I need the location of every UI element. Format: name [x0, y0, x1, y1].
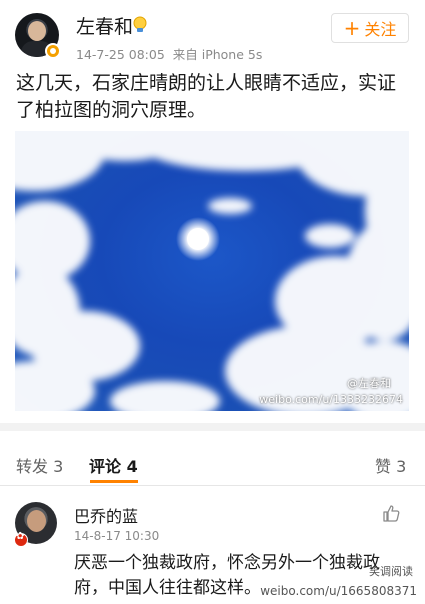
follow-button[interactable]: + 关注 [331, 13, 409, 43]
tabs-divider [0, 485, 425, 486]
commenter-name[interactable]: 巴乔的蓝 [74, 503, 138, 527]
avatar-face [28, 21, 46, 41]
tab-comment[interactable]: 评论 4 [89, 453, 138, 477]
commenter-face [27, 510, 46, 532]
weibo-post: 左春和 14-7-25 08:05 来自 iPhone 5s + 关注 这几天，… [0, 0, 425, 425]
tab-repost[interactable]: 转发 3 [16, 453, 63, 477]
post-photo[interactable]: @左春和 weibo.com/u/1333232674 [15, 131, 409, 411]
thumbs-up-icon[interactable] [381, 503, 401, 523]
page-watermark-url: weibo.com/u/1665808371 [260, 584, 417, 598]
sky-clouds-illustration [15, 131, 409, 411]
plus-icon: + [343, 16, 361, 40]
tab-like[interactable]: 赞 3 [375, 453, 406, 477]
post-source: 来自 iPhone 5s [172, 47, 263, 62]
post-text: 这几天，石家庄晴朗的让人眼睛不适应，实证了柏拉图的洞穴原理。 [16, 72, 397, 121]
post-date: 14-7-25 08:05 [76, 47, 165, 62]
follow-label: 关注 [364, 20, 397, 39]
verified-badge-icon [45, 43, 61, 59]
author-name[interactable]: 左春和 [76, 12, 133, 39]
post-meta: 14-7-25 08:05 来自 iPhone 5s [76, 44, 262, 63]
photo-watermark-handle: @左春和 [347, 377, 391, 390]
sun [187, 228, 209, 250]
flag-badge-icon [14, 531, 28, 547]
photo-watermark-url: weibo.com/u/1333232674 [259, 393, 403, 406]
lightbulb-icon [133, 16, 147, 32]
comment-time: 14-8-17 10:30 [74, 529, 160, 543]
section-divider-band [0, 423, 425, 431]
active-tab-indicator [90, 480, 138, 483]
page-watermark-account: 笑调阅读 [369, 565, 413, 578]
